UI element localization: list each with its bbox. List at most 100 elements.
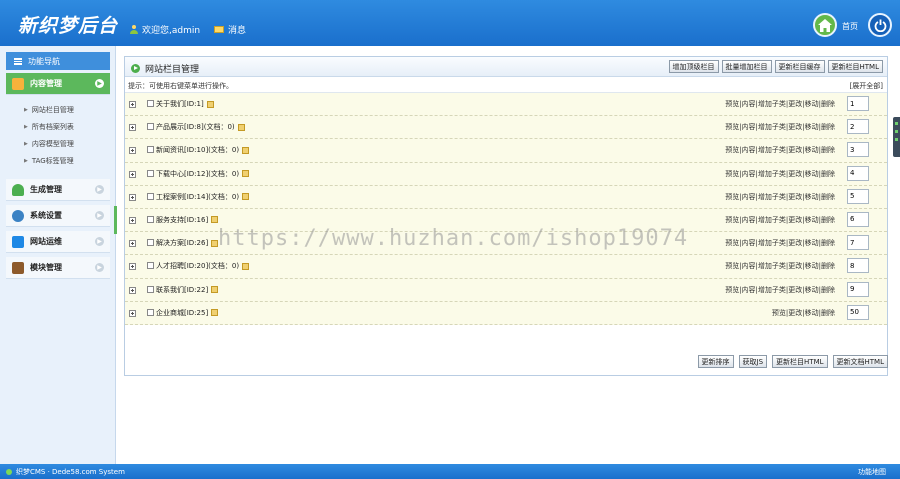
menu-generate-management[interactable]: 生成管理 ▶ — [6, 179, 110, 201]
sort-order-input[interactable] — [847, 235, 869, 251]
update-column-html-button[interactable]: 更新栏目HTML — [827, 60, 883, 73]
expand-plus-icon[interactable] — [129, 170, 136, 178]
column-name[interactable]: 工程案例[ID:14](文档：0) — [156, 192, 239, 202]
row-checkbox[interactable] — [147, 146, 154, 154]
column-name[interactable]: 联系我们[ID:22] — [156, 285, 208, 295]
chevron-right-icon: ▶ — [95, 185, 104, 194]
get-js-button[interactable]: 获取JS — [738, 355, 768, 368]
menu-content-management[interactable]: 内容管理 ▶ — [6, 73, 110, 95]
status-dot-icon — [6, 469, 12, 475]
edit-icon[interactable] — [242, 146, 250, 154]
function-map-link[interactable]: 功能地图 — [858, 467, 886, 477]
sidebar-toggle-handle[interactable] — [114, 206, 117, 234]
expand-plus-icon[interactable] — [129, 240, 136, 248]
column-name[interactable]: 新闻资讯[ID:10](文档：0) — [156, 145, 239, 155]
footer: 织梦CMS · Dede58.com System 功能地图 — [0, 464, 900, 479]
row-checkbox[interactable] — [147, 192, 154, 200]
expand-plus-icon[interactable] — [129, 147, 136, 155]
column-name[interactable]: 服务支持[ID:16] — [156, 215, 208, 225]
update-doc-html-button[interactable]: 更新文档HTML — [832, 355, 888, 368]
row-actions[interactable]: 预览|内容|增加子类|更改|移动|删除 — [725, 145, 835, 155]
sort-order-input[interactable] — [847, 211, 869, 227]
submenu-all-archives[interactable]: ▶ 所有档案列表 — [24, 122, 74, 132]
sort-order-input[interactable] — [847, 304, 869, 320]
update-column-html-bottom-button[interactable]: 更新栏目HTML — [772, 355, 828, 368]
menu-module-management[interactable]: 模块管理 ▶ — [6, 257, 110, 279]
edit-icon[interactable] — [242, 170, 250, 178]
sort-order-input[interactable] — [847, 165, 869, 181]
expand-plus-icon[interactable] — [129, 286, 136, 294]
sort-order-input[interactable] — [847, 142, 869, 158]
submenu-content-model[interactable]: ▶ 内容模型管理 — [24, 139, 74, 149]
home-label[interactable]: 首页 — [842, 21, 858, 32]
row-actions[interactable]: 预览|更改|移动|删除 — [772, 308, 835, 318]
expand-plus-icon[interactable] — [129, 309, 136, 317]
menu-site-ops[interactable]: 网站运维 ▶ — [6, 231, 110, 253]
sidebar: 功能导航 内容管理 ▶ ▶ 网站栏目管理 ▶ 所有档案列表 ▶ 内容模型管理 ▶ TAG… — [0, 46, 116, 464]
edit-icon[interactable] — [237, 123, 245, 131]
column-name[interactable]: 关于我们[ID:1] — [156, 99, 204, 109]
messages-link[interactable]: 消息 — [214, 23, 246, 36]
row-checkbox[interactable] — [147, 123, 154, 131]
row-checkbox[interactable] — [147, 239, 154, 247]
expand-plus-icon[interactable] — [129, 124, 136, 132]
sort-order-input[interactable] — [847, 96, 869, 111]
table-row: 人才招聘[ID:20](文档：0) 预览|内容|增加子类|更改|移动|删除 — [125, 255, 887, 279]
menu-system-settings[interactable]: 系统设置 ▶ — [6, 205, 110, 227]
expand-plus-icon[interactable] — [129, 193, 136, 201]
row-checkbox[interactable] — [147, 285, 154, 293]
chevron-right-icon: ▶ — [95, 211, 104, 220]
side-widget[interactable] — [893, 117, 900, 157]
edit-icon[interactable] — [242, 262, 250, 270]
row-actions[interactable]: 预览|内容|增加子类|更改|移动|删除 — [725, 99, 835, 109]
panel-header: 网站栏目管理 增加顶级栏目 批量增加栏目 更新栏目缓存 更新栏目HTML — [125, 57, 887, 77]
expand-all-link[interactable]: [展开全部] — [850, 81, 883, 91]
chevron-right-icon: ▶ — [95, 79, 104, 88]
sort-order-input[interactable] — [847, 188, 869, 204]
power-icon — [874, 19, 886, 32]
sort-order-input[interactable] — [847, 119, 869, 135]
row-checkbox[interactable] — [147, 262, 154, 270]
row-actions[interactable]: 预览|内容|增加子类|更改|移动|删除 — [725, 285, 835, 295]
column-name[interactable]: 产品展示[ID:8](文档：0) — [156, 122, 235, 132]
submenu-column-manage[interactable]: ▶ 网站栏目管理 — [24, 105, 74, 115]
add-top-column-button[interactable]: 增加顶级栏目 — [668, 60, 719, 73]
edit-icon[interactable] — [206, 100, 214, 108]
expand-plus-icon[interactable] — [129, 216, 136, 224]
tree-icon — [12, 183, 24, 196]
edit-icon[interactable] — [211, 216, 219, 224]
update-cache-button[interactable]: 更新栏目缓存 — [774, 60, 825, 73]
chevron-right-icon: ▶ — [95, 237, 104, 246]
table-row: 联系我们[ID:22] 预览|内容|增加子类|更改|移动|删除 — [125, 278, 887, 302]
row-actions[interactable]: 预览|内容|增加子类|更改|移动|删除 — [725, 215, 835, 225]
update-order-button[interactable]: 更新排序 — [697, 355, 734, 368]
column-name[interactable]: 下载中心[ID:12](文档：0) — [156, 169, 239, 179]
logout-button[interactable] — [868, 13, 892, 37]
row-checkbox[interactable] — [147, 308, 154, 316]
row-checkbox[interactable] — [147, 100, 154, 107]
welcome-text: 欢迎您,admin — [142, 26, 201, 36]
edit-icon[interactable] — [211, 309, 219, 317]
sort-order-input[interactable] — [847, 281, 869, 297]
row-checkbox[interactable] — [147, 215, 154, 223]
home-button[interactable] — [813, 13, 837, 37]
expand-plus-icon[interactable] — [129, 263, 136, 271]
column-name[interactable]: 解决方案[ID:26] — [156, 238, 208, 248]
tip-bar: 提示：可使用右键菜单进行操作。 [展开全部] — [125, 77, 887, 93]
row-actions[interactable]: 预览|内容|增加子类|更改|移动|删除 — [725, 261, 835, 271]
column-name[interactable]: 人才招聘[ID:20](文档：0) — [156, 261, 239, 271]
expand-plus-icon[interactable] — [129, 101, 136, 108]
row-actions[interactable]: 预览|内容|增加子类|更改|移动|删除 — [725, 192, 835, 202]
submenu-tag-manage[interactable]: ▶ TAG标签管理 — [24, 156, 74, 166]
table-row: 企业商城[ID:25] 预览|更改|移动|删除 — [125, 301, 887, 325]
row-actions[interactable]: 预览|内容|增加子类|更改|移动|删除 — [725, 238, 835, 248]
row-actions[interactable]: 预览|内容|增加子类|更改|移动|删除 — [725, 122, 835, 132]
edit-icon[interactable] — [242, 193, 250, 201]
edit-icon[interactable] — [211, 286, 219, 293]
row-actions[interactable]: 预览|内容|增加子类|更改|移动|删除 — [725, 169, 835, 179]
column-name[interactable]: 企业商城[ID:25] — [156, 308, 208, 318]
row-checkbox[interactable] — [147, 169, 154, 177]
mail-icon — [214, 26, 224, 33]
sort-order-input[interactable] — [847, 258, 869, 274]
batch-add-column-button[interactable]: 批量增加栏目 — [721, 60, 772, 73]
